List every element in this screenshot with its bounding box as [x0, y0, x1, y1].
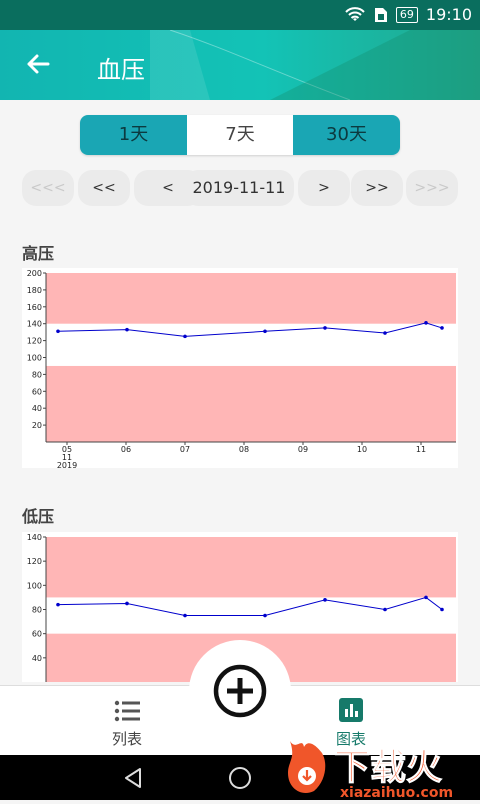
status-bar: 69 19:10: [0, 0, 480, 30]
tab-list[interactable]: 列表: [67, 686, 187, 756]
low-y-tick-label: 140: [27, 533, 42, 542]
tab-7-days[interactable]: 7天: [187, 115, 293, 155]
high-data-point: [323, 326, 327, 330]
low-y-tick-label: 120: [27, 557, 42, 566]
high-x-tick-label: 09: [298, 445, 308, 454]
home-circle-icon[interactable]: [228, 766, 252, 790]
battery-level: 69: [395, 6, 418, 23]
low-y-tick-label: 60: [32, 630, 42, 639]
watermark-url: xiazaihuo.com: [340, 785, 453, 800]
high-normal-band-1: [46, 365, 456, 442]
next-big-button[interactable]: >>: [351, 170, 403, 206]
low-y-tick-label: 100: [27, 581, 42, 590]
clock: 19:10: [425, 5, 472, 24]
watermark-logo: 下载火 xiazaihuo.com: [282, 733, 478, 801]
page-title: 血压: [97, 56, 145, 84]
low-data-point: [383, 607, 387, 612]
low-data-point: [424, 595, 428, 600]
high-pressure-title: 高压: [22, 244, 55, 263]
high-y-tick-label: 140: [27, 320, 42, 329]
low-series-line: [57, 596, 443, 617]
date-display[interactable]: 2019-11-11: [184, 170, 294, 206]
low-data-point: [263, 613, 267, 618]
high-data-point: [183, 334, 187, 339]
high-y-tick-label: 40: [32, 404, 42, 413]
high-y-tick-label: 20: [32, 421, 42, 430]
low-data-point: [183, 613, 187, 618]
low-pressure-title: 低压: [22, 507, 55, 526]
high-x-tick-label: 06: [121, 445, 131, 454]
sim-icon: [374, 7, 387, 22]
high-y-tick-label: 120: [27, 337, 42, 346]
high-data-point: [125, 327, 129, 332]
high-normal-band-0: [46, 273, 456, 324]
low-y-tick-label: 40: [32, 654, 42, 663]
low-y-tick-label: 80: [32, 606, 42, 615]
high-y-tick-label: 60: [32, 387, 42, 396]
high-data-point: [424, 321, 428, 325]
high-x-tick-label: 11: [416, 445, 426, 454]
back-triangle-icon[interactable]: [122, 767, 144, 789]
wifi-icon: [345, 6, 365, 21]
high-y-tick-label: 180: [27, 286, 42, 295]
high-x-tick-label: 2019: [57, 461, 77, 468]
high-y-tick-label: 160: [27, 303, 42, 312]
watermark-title: 下载火: [334, 747, 442, 788]
high-data-point: [440, 326, 444, 330]
low-normal-band-0: [46, 537, 456, 598]
chart-icon: [339, 698, 363, 722]
date-navigation: <<< << < 2019-11-11 > >> >>>: [22, 170, 458, 206]
add-record-button[interactable]: [212, 663, 268, 719]
low-data-point: [323, 598, 327, 602]
high-pressure-chart: 20 40 60 80 100 120 140 160 180 200 05 11 2019 06 07 08…: [22, 268, 458, 470]
tab-1-day[interactable]: 1天: [80, 115, 187, 155]
last-page-button[interactable]: >>>: [406, 170, 458, 206]
low-data-point: [56, 602, 60, 607]
high-x-tick-label: 07: [180, 445, 190, 454]
high-x-tick-label: 08: [239, 445, 249, 454]
list-icon: [114, 700, 140, 722]
app-bar: 血压: [0, 30, 480, 100]
tab-30-days[interactable]: 30天: [293, 115, 400, 155]
high-data-point: [263, 329, 267, 334]
high-y-tick-label: 200: [27, 269, 42, 278]
next-button[interactable]: >: [298, 170, 350, 206]
high-data-point: [56, 329, 60, 334]
header-decoration: [150, 30, 480, 100]
back-arrow-icon[interactable]: [22, 48, 54, 80]
high-x-tick-label: 10: [357, 445, 367, 454]
high-pressure-plot: 204060801001201401601802000511201906 07 08…: [27, 269, 456, 470]
low-data-point: [125, 601, 129, 606]
high-data-point: [383, 331, 387, 335]
high-y-tick-label: 80: [32, 370, 42, 379]
first-page-button[interactable]: <<<: [22, 170, 74, 206]
range-selector: 1天 7天 30天: [80, 115, 400, 155]
high-y-tick-label: 100: [27, 354, 42, 363]
tab-list-label: 列表: [111, 730, 142, 748]
previous-big-button[interactable]: <<: [78, 170, 130, 206]
low-data-point: [440, 607, 444, 612]
